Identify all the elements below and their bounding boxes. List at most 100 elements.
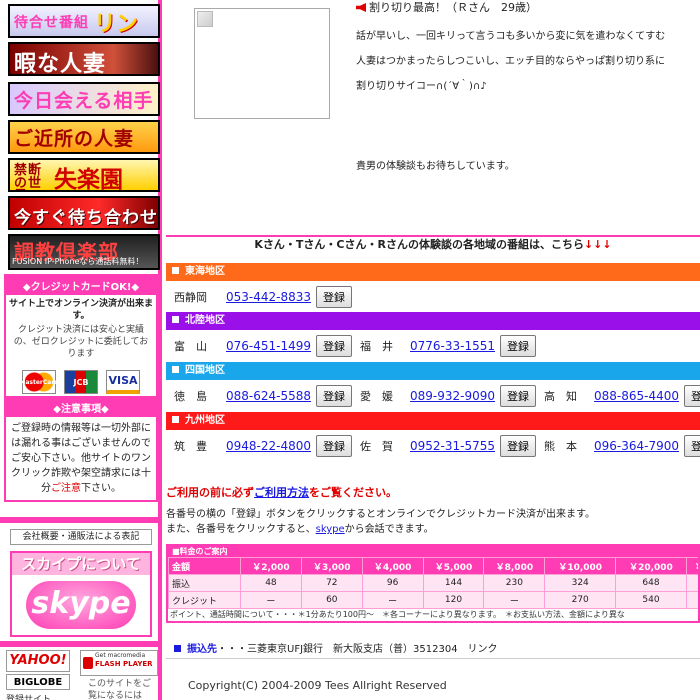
notice-warning: ご注意 <box>51 483 81 494</box>
banner-text: 暇な人妻 <box>14 51 107 76</box>
usage-note: ご利用の前に必ずご利用方法をご覧ください。 <box>166 484 397 500</box>
price-table-title: ■料金のご案内 <box>168 546 698 557</box>
banner-text: ご近所の人妻 <box>14 128 135 150</box>
table-cell: 60 <box>300 591 363 609</box>
speaker-icon <box>356 3 366 12</box>
phone-link[interactable]: 0776-33-1551 <box>410 339 495 353</box>
table-header-cell: ￥4,000 <box>361 557 424 575</box>
flash-caption: Get macromedia <box>95 652 146 659</box>
table-header-cell: ￥8,000 <box>483 557 546 575</box>
skype-about-banner[interactable]: スカイプについて skype <box>10 551 152 637</box>
city-label: 筑 豊 <box>174 440 207 453</box>
yahoo-logo[interactable]: YAHOO! <box>6 650 70 672</box>
city-label: 徳 島 <box>174 390 207 403</box>
city-label: 熊 本 <box>544 440 577 453</box>
table-cell: クレジット <box>168 591 241 609</box>
price-table: ■料金のご案内 金額 ￥2,000 ￥3,000 ￥4,000 ￥5,000 ￥… <box>166 544 700 623</box>
phone-link[interactable]: 0952-31-5755 <box>410 439 495 453</box>
square-icon <box>172 316 179 323</box>
region-header-hokuriku: 北陸地区 <box>166 312 700 330</box>
table-header-cell: ￥3,000 <box>300 557 363 575</box>
flash-player-badge[interactable]: Get macromedia FLASH PLAYER <box>80 650 158 676</box>
table-header-cell: 金額 <box>168 557 241 575</box>
region-name: 北陸地区 <box>185 315 225 326</box>
city-label: 福 井 <box>360 340 393 353</box>
banner-meet-now[interactable]: 今すぐ待ち合わせ <box>8 196 160 230</box>
phone-link[interactable]: 076-451-1499 <box>226 339 311 353</box>
testimonial: 割り切り最高！（Ｒさん 29歳） 話が早いし、一回キリって言うコも多いから変に気… <box>356 0 700 172</box>
region-intro-text: Kさん・Tさん・Cさん・Rさんの体験談の各地域の番組は、こちら <box>254 238 584 251</box>
table-cell: 81 <box>685 591 698 609</box>
region-name: 九州地区 <box>185 415 225 426</box>
table-cell: 648 <box>615 574 687 592</box>
mastercard-icon: MasterCard <box>19 370 59 394</box>
table-header-cell: ￥2,000 <box>240 557 302 575</box>
skype-logo-icon: skype <box>26 581 136 629</box>
testimonial-line: 割り切りサイコー∩(´∀｀)∩♪ <box>356 81 487 92</box>
register-button[interactable]: 登録 <box>684 435 700 457</box>
table-row: クレジット ー 60 ー 120 ー 270 540 81 <box>168 591 698 609</box>
phone-link[interactable]: 053-442-8833 <box>226 290 311 304</box>
register-button[interactable]: 登録 <box>500 385 536 407</box>
credit-subtitle: サイト上でオンライン決済が出来ます。 <box>8 299 153 321</box>
banner-text: リンク <box>94 11 139 37</box>
phone-link[interactable]: 0948-22-4800 <box>226 439 311 453</box>
table-cell: 540 <box>615 591 687 609</box>
city-label: 西静岡 <box>174 291 207 304</box>
banner-nearby-wife[interactable]: ご近所の人妻 <box>8 120 160 154</box>
table-cell: ー <box>240 591 302 609</box>
region-row-shikoku: 徳 島 088-624-5588 登録 愛 媛 089-932-9090 登録 … <box>166 384 700 408</box>
phone-link[interactable]: 089-932-9090 <box>410 389 495 403</box>
usage-guide-link[interactable]: ご利用方法 <box>254 486 309 499</box>
register-button[interactable]: 登録 <box>316 286 352 308</box>
bank-info: 振込先・・・三菱東京UFJ銀行 新大阪支店（普）3512304 リンク <box>174 640 498 655</box>
notice-title: ◆注意事項◆ <box>6 398 156 417</box>
down-arrow-icon: ↓↓↓ <box>583 238 612 251</box>
biglobe-caption: 登録サイト <box>6 695 52 700</box>
credit-text: クレジット決済には安心と実績の、ゼロクレジットに委託しております <box>13 325 149 359</box>
table-cell: 96 <box>361 574 424 592</box>
flash-icon <box>83 657 93 669</box>
flash-name: FLASH PLAYER <box>95 660 153 668</box>
region-row-tokai: 西静岡 053-442-8833 登録 <box>166 285 700 309</box>
register-button[interactable]: 登録 <box>500 335 536 357</box>
register-button[interactable]: 登録 <box>500 435 536 457</box>
usage-text: また、各番号をクリックすると、 <box>166 524 316 535</box>
skype-link[interactable]: skype <box>316 524 345 535</box>
banner-club[interactable]: 調教倶楽部 FUSION IP-Phoneなら通話料無料！ <box>8 234 160 270</box>
table-cell: 144 <box>422 574 485 592</box>
company-law-link[interactable]: 会社概要・通販法による表記 <box>10 529 152 545</box>
sidebar-divider <box>0 517 158 523</box>
phone-link[interactable]: 088-865-4400 <box>594 389 679 403</box>
register-button[interactable]: 登録 <box>316 385 352 407</box>
banner-wait-link[interactable]: 待合せ番組リンク <box>8 4 160 38</box>
table-cell: ー <box>361 591 424 609</box>
broken-image-icon <box>194 8 330 119</box>
city-label: 佐 賀 <box>360 440 393 453</box>
price-footnote: ポイント、通話時間について・・・＊1分あたり100円〜 ＊各コーナーにより異なり… <box>170 610 625 619</box>
table-header-cell: ￥20,000 <box>615 557 687 575</box>
phone-link[interactable]: 088-624-5588 <box>226 389 311 403</box>
copyright: Copyright(C) 2004-2009 Tees Allright Res… <box>188 679 447 692</box>
phone-link[interactable]: 096-364-7900 <box>594 439 679 453</box>
section-divider <box>166 235 700 237</box>
banner-paradise[interactable]: 禁断の世界失楽園 <box>8 158 160 192</box>
skype-title: スカイプについて <box>12 553 150 575</box>
banner-meet-today[interactable]: 今日会える相手 <box>8 82 160 116</box>
region-header-kyushu: 九州地区 <box>166 412 700 430</box>
biglobe-logo[interactable]: BIGLOBE <box>6 674 70 690</box>
register-button[interactable]: 登録 <box>316 435 352 457</box>
region-row-hokuriku: 富 山 076-451-1499 登録 福 井 0776-33-1551 登録 <box>166 334 700 358</box>
banner-busy-wife[interactable]: 暇な人妻 <box>8 42 160 76</box>
credit-title: ◆クレジットカードOK!◆ <box>6 276 156 295</box>
register-button[interactable]: 登録 <box>316 335 352 357</box>
register-button[interactable]: 登録 <box>684 385 700 407</box>
testimonial-line: 人妻はつかまったらしつこいし、エッチ目的ならやっぱ割り切り系に <box>356 56 665 67</box>
square-icon <box>174 645 181 652</box>
table-cell: 72 <box>300 574 363 592</box>
usage-text: ご利用の前に必ず <box>166 486 254 499</box>
region-intro: Kさん・Tさん・Cさん・Rさんの体験談の各地域の番組は、こちら↓↓↓ <box>166 238 700 252</box>
table-cell: 48 <box>240 574 302 592</box>
square-icon <box>172 267 179 274</box>
square-icon <box>172 416 179 423</box>
